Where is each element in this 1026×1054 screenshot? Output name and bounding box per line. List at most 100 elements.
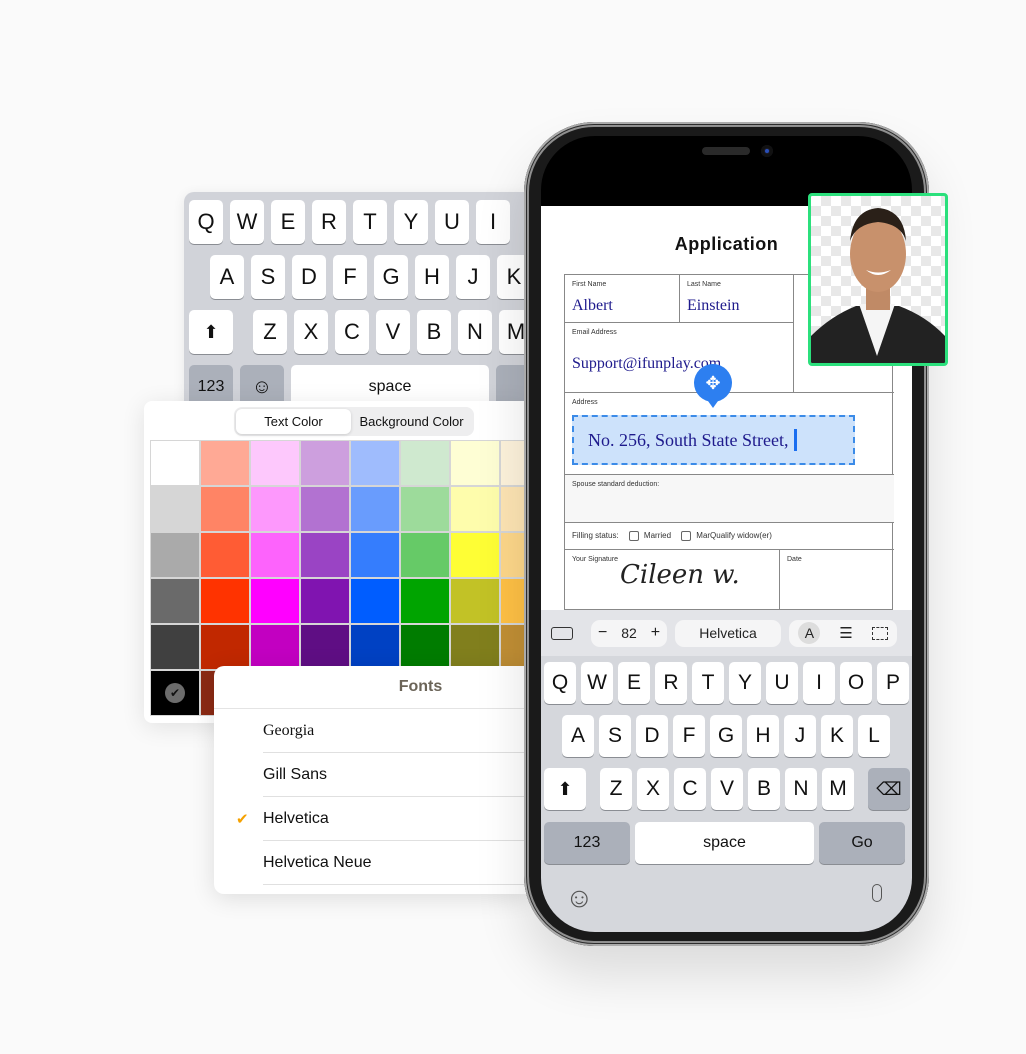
font-selector-button[interactable]: Helvetica (675, 619, 781, 647)
color-swatch[interactable]: ✔ (150, 670, 200, 716)
key-w[interactable]: W (581, 662, 613, 704)
date-field[interactable]: Date (780, 550, 894, 611)
key-f[interactable]: F (333, 255, 367, 299)
color-swatch[interactable] (450, 624, 500, 670)
color-swatch[interactable] (150, 624, 200, 670)
delete-key[interactable]: ⌫ (868, 768, 910, 810)
tab-background-color[interactable]: Background Color (351, 409, 472, 434)
qualify-widow-checkbox[interactable] (681, 531, 692, 541)
key-n[interactable]: N (458, 310, 492, 354)
color-swatch[interactable] (250, 578, 300, 624)
space-key[interactable]: space (635, 822, 814, 864)
dictation-button[interactable] (872, 884, 882, 902)
key-v[interactable]: V (376, 310, 410, 354)
key-n[interactable]: N (785, 768, 817, 810)
color-swatch[interactable] (350, 624, 400, 670)
color-swatch[interactable] (200, 440, 250, 486)
key-l[interactable]: L (858, 715, 890, 757)
key-b[interactable]: B (417, 310, 451, 354)
color-swatch[interactable] (250, 532, 300, 578)
key-j[interactable]: J (784, 715, 816, 757)
key-d[interactable]: D (636, 715, 668, 757)
key-c[interactable]: C (674, 768, 706, 810)
color-swatch[interactable] (200, 532, 250, 578)
key-t[interactable]: T (692, 662, 724, 704)
tab-text-color[interactable]: Text Color (236, 409, 351, 434)
key-q[interactable]: Q (544, 662, 576, 704)
key-j[interactable]: J (456, 255, 490, 299)
color-swatch[interactable] (200, 486, 250, 532)
move-handle[interactable]: ✥ (694, 364, 732, 408)
key-h[interactable]: H (747, 715, 779, 757)
decrease-size-button[interactable]: − (598, 624, 607, 642)
numbers-key[interactable]: 123 (544, 822, 630, 864)
key-t[interactable]: T (353, 200, 387, 244)
key-e[interactable]: E (271, 200, 305, 244)
shift-key[interactable]: ⬆ (189, 310, 233, 354)
key-u[interactable]: U (766, 662, 798, 704)
color-swatch[interactable] (400, 578, 450, 624)
color-swatch[interactable] (200, 578, 250, 624)
color-swatch[interactable] (400, 624, 450, 670)
color-swatch[interactable] (300, 578, 350, 624)
increase-size-button[interactable]: + (651, 624, 660, 642)
signature-field[interactable]: Your Signature Cileen w. (565, 550, 780, 611)
color-swatch[interactable] (300, 532, 350, 578)
color-swatch[interactable] (450, 486, 500, 532)
key-a[interactable]: A (562, 715, 594, 757)
key-u[interactable]: U (435, 200, 469, 244)
email-field[interactable]: Email Address Support@ifunplay.com (565, 323, 794, 393)
key-p[interactable]: P (877, 662, 909, 704)
color-swatch[interactable] (250, 624, 300, 670)
key-s[interactable]: S (251, 255, 285, 299)
key-w[interactable]: W (230, 200, 264, 244)
key-i[interactable]: I (803, 662, 835, 704)
color-swatch[interactable] (450, 578, 500, 624)
key-y[interactable]: Y (729, 662, 761, 704)
spouse-deduction-field[interactable]: Spouse standard deduction: (565, 475, 894, 523)
go-key[interactable]: Go (819, 822, 905, 864)
color-swatch[interactable] (150, 532, 200, 578)
key-c[interactable]: C (335, 310, 369, 354)
color-swatch[interactable] (200, 624, 250, 670)
first-name-field[interactable]: First Name Albert (565, 275, 680, 323)
color-swatch[interactable] (300, 624, 350, 670)
key-v[interactable]: V (711, 768, 743, 810)
key-m[interactable]: M (822, 768, 854, 810)
text-color-button[interactable]: A (798, 622, 821, 644)
key-i[interactable]: I (476, 200, 510, 244)
color-swatch[interactable] (250, 440, 300, 486)
key-g[interactable]: G (374, 255, 408, 299)
color-swatch[interactable] (150, 440, 200, 486)
font-item-gill-sans[interactable]: Gill Sans (263, 753, 529, 797)
profile-photo-selection[interactable] (808, 193, 948, 366)
color-swatch[interactable] (150, 486, 200, 532)
key-f[interactable]: F (673, 715, 705, 757)
last-name-field[interactable]: Last Name Einstein (680, 275, 794, 323)
key-k[interactable]: K (821, 715, 853, 757)
key-z[interactable]: Z (253, 310, 287, 354)
color-swatch[interactable] (350, 578, 400, 624)
key-x[interactable]: X (294, 310, 328, 354)
key-r[interactable]: R (655, 662, 687, 704)
address-text-box[interactable]: No. 256, South State Street, (572, 415, 855, 465)
shift-key[interactable]: ⬆ (544, 768, 586, 810)
color-swatch[interactable] (300, 440, 350, 486)
emoji-button[interactable]: ☺ (565, 882, 594, 914)
married-checkbox[interactable] (628, 531, 639, 541)
key-a[interactable]: A (210, 255, 244, 299)
key-b[interactable]: B (748, 768, 780, 810)
key-s[interactable]: S (599, 715, 631, 757)
hide-keyboard-button[interactable] (549, 621, 575, 645)
key-h[interactable]: H (415, 255, 449, 299)
key-z[interactable]: Z (600, 768, 632, 810)
align-left-icon[interactable]: ☰ (839, 624, 852, 642)
font-item-helvetica-neue[interactable]: Helvetica Neue (263, 841, 529, 885)
key-e[interactable]: E (618, 662, 650, 704)
color-swatch[interactable] (400, 440, 450, 486)
color-swatch[interactable] (350, 440, 400, 486)
key-o[interactable]: O (840, 662, 872, 704)
color-swatch[interactable] (300, 486, 350, 532)
address-field[interactable]: Address No. 256, South State Street, (565, 393, 894, 475)
color-swatch[interactable] (150, 578, 200, 624)
